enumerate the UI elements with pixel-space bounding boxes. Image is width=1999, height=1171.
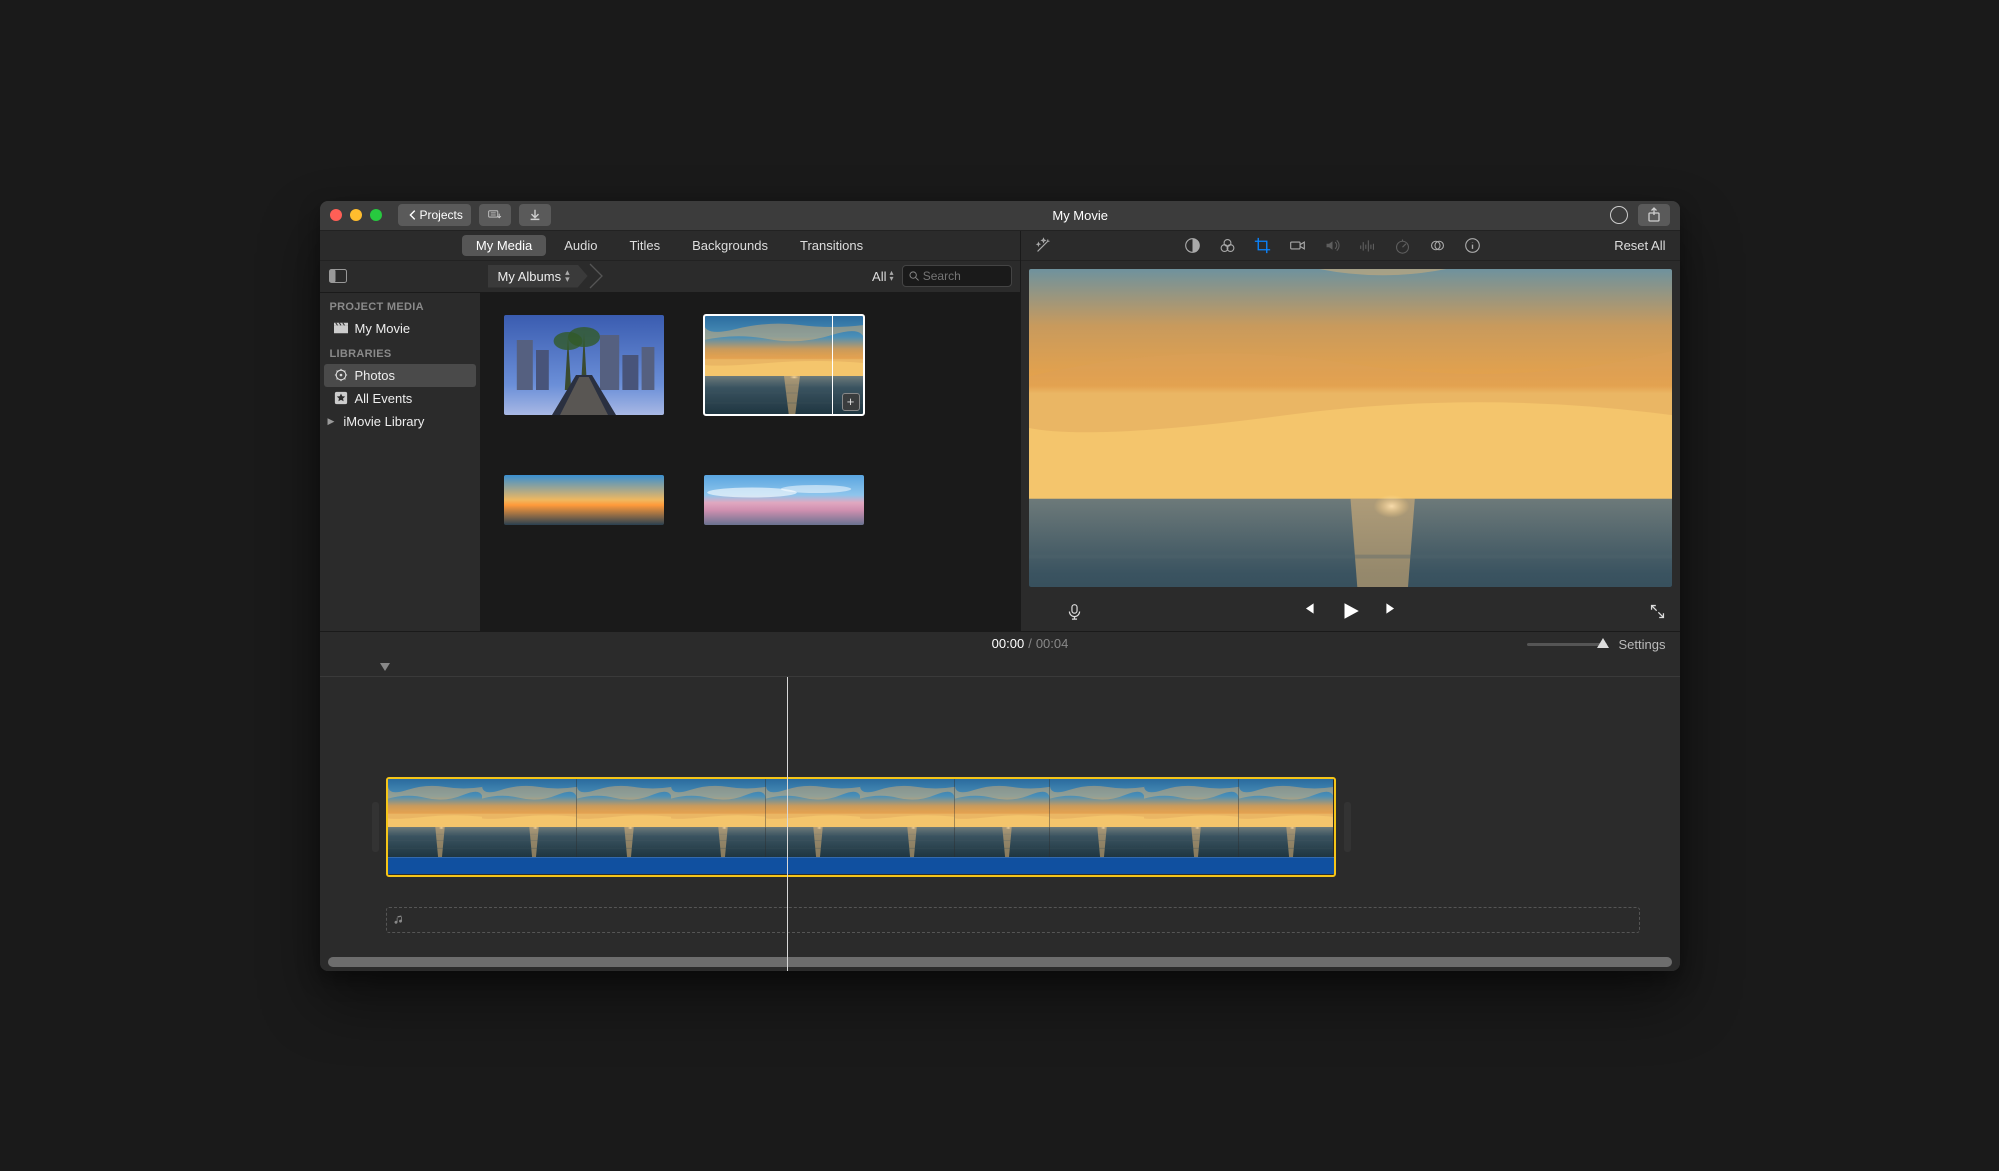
- media-thumb-city[interactable]: [504, 315, 664, 415]
- clip-filter-icon[interactable]: [1429, 237, 1446, 254]
- zoom-knob-icon[interactable]: [1597, 638, 1609, 648]
- horizontal-scrollbar[interactable]: [328, 957, 1672, 967]
- timeline[interactable]: [320, 657, 1680, 971]
- album-breadcrumb[interactable]: My Albums ▴▾: [488, 265, 588, 288]
- volume-icon[interactable]: [1324, 237, 1341, 254]
- scrollbar-thumb[interactable]: [328, 957, 1672, 967]
- tab-my-media[interactable]: My Media: [462, 235, 546, 256]
- all-events-label: All Events: [355, 391, 413, 406]
- playhead-line[interactable]: [787, 677, 788, 971]
- zoom-slider[interactable]: [1527, 643, 1607, 646]
- timecode-display: 00:00/00:04: [534, 636, 1527, 652]
- app-window: Projects My Movie My Media Audio Titles …: [320, 201, 1680, 971]
- project-media-header: PROJECT MEDIA: [320, 293, 480, 317]
- back-label: Projects: [420, 208, 463, 222]
- imovie-library-label: iMovie Library: [343, 414, 424, 429]
- media-browser-pane: My Media Audio Titles Backgrounds Transi…: [320, 231, 1020, 631]
- reset-all-button[interactable]: Reset All: [1614, 238, 1665, 253]
- music-note-icon: [393, 914, 405, 926]
- info-icon[interactable]: [1464, 237, 1481, 254]
- media-grid: +: [480, 293, 1020, 631]
- clapper-icon: [334, 321, 348, 335]
- minimize-window-button[interactable]: [350, 209, 362, 221]
- play-button[interactable]: [1339, 600, 1361, 625]
- media-thumb-sunset2[interactable]: [504, 475, 664, 525]
- tab-backgrounds[interactable]: Backgrounds: [678, 235, 782, 256]
- timeline-content[interactable]: [320, 677, 1680, 971]
- disclosure-triangle-icon[interactable]: ▶: [328, 416, 335, 427]
- search-field[interactable]: [902, 265, 1012, 287]
- tab-titles[interactable]: Titles: [616, 235, 675, 256]
- viewer-toolbar: Reset All: [1021, 231, 1680, 261]
- filter-label: All: [872, 269, 886, 284]
- sidebar-item-all-events[interactable]: All Events: [320, 387, 480, 410]
- close-window-button[interactable]: [330, 209, 342, 221]
- filter-dropdown[interactable]: All ▴▾: [864, 269, 901, 284]
- viewer-pane: Reset All: [1020, 231, 1680, 631]
- tab-transitions[interactable]: Transitions: [786, 235, 877, 256]
- crop-icon[interactable]: [1254, 237, 1271, 254]
- star-icon: [334, 391, 348, 405]
- breadcrumb-chevron-icon: [588, 262, 612, 290]
- voiceover-button[interactable]: [1066, 603, 1083, 623]
- search-input[interactable]: [923, 269, 1005, 283]
- next-frame-button[interactable]: [1383, 600, 1400, 625]
- timeline-settings-button[interactable]: Settings: [1619, 637, 1666, 652]
- media-tabs: My Media Audio Titles Backgrounds Transi…: [320, 231, 1020, 261]
- project-item-label: My Movie: [355, 321, 411, 336]
- timeline-ruler[interactable]: [320, 657, 1680, 677]
- color-balance-icon[interactable]: [1184, 237, 1201, 254]
- sidebar-toggle-button[interactable]: [320, 269, 356, 283]
- media-import-button[interactable]: [479, 204, 511, 226]
- media-thumb-sunset[interactable]: +: [704, 315, 864, 415]
- clip-audio-lane[interactable]: [388, 857, 1334, 874]
- add-to-timeline-icon[interactable]: +: [842, 393, 860, 411]
- ruler-start-marker-icon: [380, 663, 390, 671]
- libraries-header: LIBRARIES: [320, 340, 480, 364]
- back-projects-button[interactable]: Projects: [398, 204, 471, 226]
- download-button[interactable]: [519, 204, 551, 226]
- photos-label: Photos: [355, 368, 395, 383]
- playback-controls: [1021, 595, 1680, 631]
- window-title: My Movie: [551, 208, 1610, 223]
- timeline-header: 00:00/00:04 Settings: [320, 631, 1680, 657]
- speed-icon[interactable]: [1394, 237, 1411, 254]
- scrub-indicator: [832, 315, 833, 415]
- prev-frame-button[interactable]: [1300, 600, 1317, 625]
- album-label: My Albums: [498, 269, 562, 284]
- duration-time: 00:04: [1036, 636, 1069, 651]
- search-icon: [909, 270, 919, 282]
- noise-reduction-icon[interactable]: [1359, 237, 1376, 254]
- project-item-my-movie[interactable]: My Movie: [320, 317, 480, 340]
- enhance-wand-icon[interactable]: [1035, 237, 1052, 254]
- upper-pane: My Media Audio Titles Backgrounds Transi…: [320, 231, 1680, 631]
- sidebar-item-photos[interactable]: Photos: [324, 364, 476, 387]
- preview-viewport[interactable]: [1029, 269, 1672, 587]
- stabilization-icon[interactable]: [1289, 237, 1306, 254]
- media-thumb-clouds[interactable]: [704, 475, 864, 525]
- sidebar-item-imovie-library[interactable]: ▶ iMovie Library: [320, 410, 480, 433]
- color-correction-icon[interactable]: [1219, 237, 1236, 254]
- activity-indicator-icon[interactable]: [1610, 206, 1628, 224]
- window-controls: [330, 209, 382, 221]
- fullscreen-button[interactable]: [1649, 603, 1666, 623]
- zoom-window-button[interactable]: [370, 209, 382, 221]
- clip-trim-left-handle[interactable]: [372, 802, 379, 852]
- titlebar: Projects My Movie: [320, 201, 1680, 231]
- current-time: 00:00: [992, 636, 1025, 651]
- clip-trim-right-handle[interactable]: [1344, 802, 1351, 852]
- clip-thumbnails: [388, 779, 1334, 858]
- detached-audio-track[interactable]: [386, 907, 1640, 933]
- browser-toolbar: My Albums ▴▾ All ▴▾: [320, 261, 1020, 293]
- sidebar: PROJECT MEDIA My Movie LIBRARIES Photos …: [320, 293, 480, 631]
- share-button[interactable]: [1638, 204, 1670, 226]
- tab-audio[interactable]: Audio: [550, 235, 611, 256]
- timeline-clip[interactable]: [386, 777, 1336, 877]
- photos-icon: [334, 368, 348, 382]
